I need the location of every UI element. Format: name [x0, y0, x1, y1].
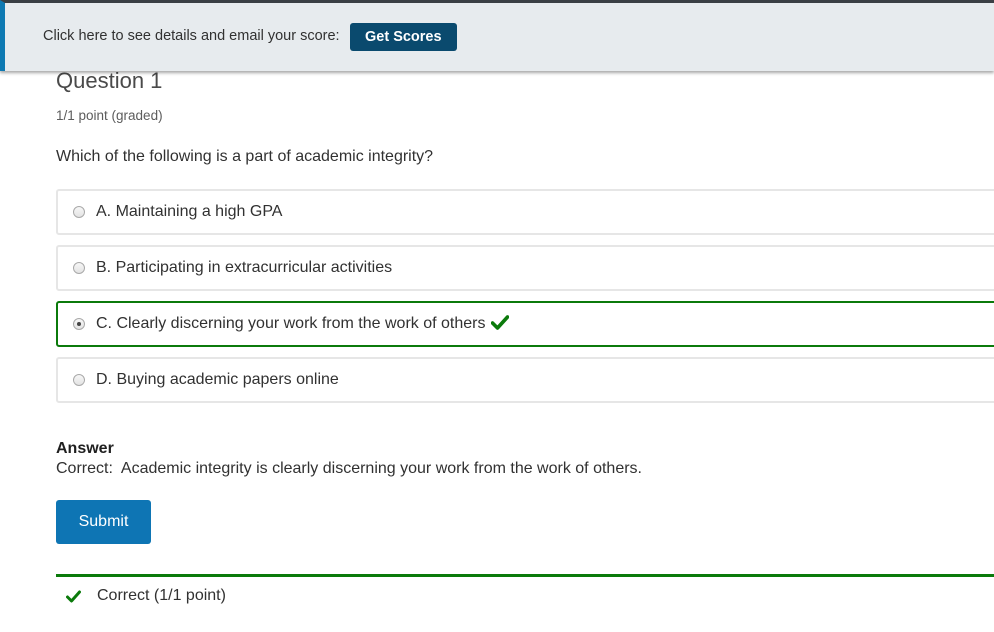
submit-button[interactable]: Submit: [56, 500, 151, 544]
option-b[interactable]: B. Participating in extracurricular acti…: [56, 245, 994, 291]
option-label: A. Maintaining a high GPA: [96, 203, 283, 220]
radio-button[interactable]: [73, 206, 85, 218]
option-label: D. Buying academic papers online: [96, 371, 339, 388]
score-banner: Click here to see details and email your…: [0, 0, 994, 71]
problem-page: Click here to see details and email your…: [0, 0, 994, 632]
status-divider: [56, 574, 994, 577]
checkmark-icon: [66, 590, 81, 603]
checkmark-icon: [491, 315, 510, 330]
radio-button[interactable]: [73, 374, 85, 386]
status-text: Correct (1/1 point): [97, 587, 226, 604]
answer-heading: Answer: [56, 440, 114, 457]
option-a[interactable]: A. Maintaining a high GPA: [56, 189, 994, 235]
option-label: B. Participating in extracurricular acti…: [96, 259, 393, 276]
radio-button[interactable]: [73, 262, 85, 274]
option-c[interactable]: C. Clearly discerning your work from the…: [56, 301, 994, 347]
points-label: 1/1 point (graded): [56, 108, 163, 123]
get-scores-button[interactable]: Get Scores: [350, 23, 457, 51]
question-prompt: Which of the following is a part of acad…: [56, 148, 434, 165]
question-title: Question 1: [56, 68, 163, 93]
banner-text: Click here to see details and email your…: [43, 28, 340, 44]
option-label-wrapper: C. Clearly discerning your work from the…: [96, 315, 510, 333]
option-label: C. Clearly discerning your work from the…: [96, 315, 486, 332]
answer-explanation: Correct: Academic integrity is clearly d…: [56, 460, 642, 477]
option-d[interactable]: D. Buying academic papers online: [56, 357, 994, 403]
radio-button-selected[interactable]: [73, 318, 85, 330]
